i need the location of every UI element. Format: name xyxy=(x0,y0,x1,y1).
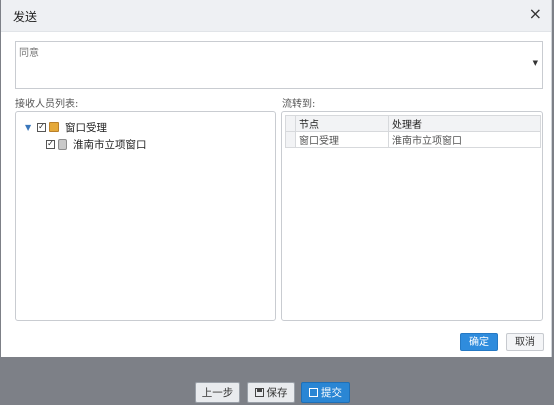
cancel-button[interactable]: 取消 xyxy=(506,333,544,351)
close-icon[interactable]: × xyxy=(529,6,542,22)
transfer-grid: 节点 处理者 窗口受理 淮南市立项窗口 xyxy=(285,115,541,148)
user-icon xyxy=(58,138,67,150)
tree-node-huainan-window[interactable]: ✓ 淮南市立项窗口 xyxy=(46,136,147,152)
comment-select[interactable]: 同意 ▼ xyxy=(15,41,543,89)
dialog-title: 发送 xyxy=(13,10,38,24)
expand-caret-icon[interactable]: ▼ xyxy=(25,123,34,132)
folder-icon xyxy=(49,122,59,132)
grid-header-row: 节点 处理者 xyxy=(285,115,541,132)
column-header-handler[interactable]: 处理者 xyxy=(388,115,541,132)
table-row[interactable]: 窗口受理 淮南市立项窗口 xyxy=(285,131,541,148)
ok-button[interactable]: 确定 xyxy=(460,333,498,351)
handler-cell[interactable]: 淮南市立项窗口 xyxy=(388,131,541,148)
comment-value: 同意 xyxy=(19,48,39,59)
dropdown-arrow-icon[interactable]: ▼ xyxy=(533,59,538,67)
edit-icon xyxy=(309,388,318,397)
save-button[interactable]: 保存 xyxy=(247,382,295,403)
previous-step-label: 上一步 xyxy=(201,387,234,399)
column-header-node[interactable]: 节点 xyxy=(295,115,389,132)
tree-checkbox[interactable]: ✓ xyxy=(46,139,55,149)
row-number-header xyxy=(285,115,296,132)
node-cell[interactable]: 窗口受理 xyxy=(295,131,389,148)
save-icon xyxy=(254,388,264,397)
save-label: 保存 xyxy=(266,387,288,399)
transfer-grid-panel: 节点 处理者 窗口受理 淮南市立项窗口 xyxy=(281,111,543,321)
tree-node-window-acceptance[interactable]: ▼ ✓ 窗口受理 xyxy=(25,119,107,135)
check-icon: ✓ xyxy=(38,122,45,131)
submit-label: 提交 xyxy=(321,387,342,399)
recipient-tree-panel: ▼ ✓ 窗口受理 ✓ 淮南市立项窗口 xyxy=(15,111,276,321)
row-number-cell xyxy=(285,131,296,148)
tree-node-label: 淮南市立项窗口 xyxy=(73,138,147,151)
tree-checkbox[interactable]: ✓ xyxy=(37,122,46,132)
previous-step-button[interactable]: 上一步 xyxy=(195,382,240,403)
submit-button[interactable]: 提交 xyxy=(301,382,350,403)
tree-node-label: 窗口受理 xyxy=(65,121,107,134)
transfer-to-label: 流转到: xyxy=(282,99,316,110)
dialog-titlebar: 发送 × xyxy=(1,0,551,32)
send-dialog: 发送 × 同意 ▼ 接收人员列表: 流转到: ▼ ✓ 窗口受理 ✓ 淮南市立项窗… xyxy=(1,0,552,357)
recipient-list-label: 接收人员列表: xyxy=(15,99,79,110)
check-icon: ✓ xyxy=(47,139,54,148)
